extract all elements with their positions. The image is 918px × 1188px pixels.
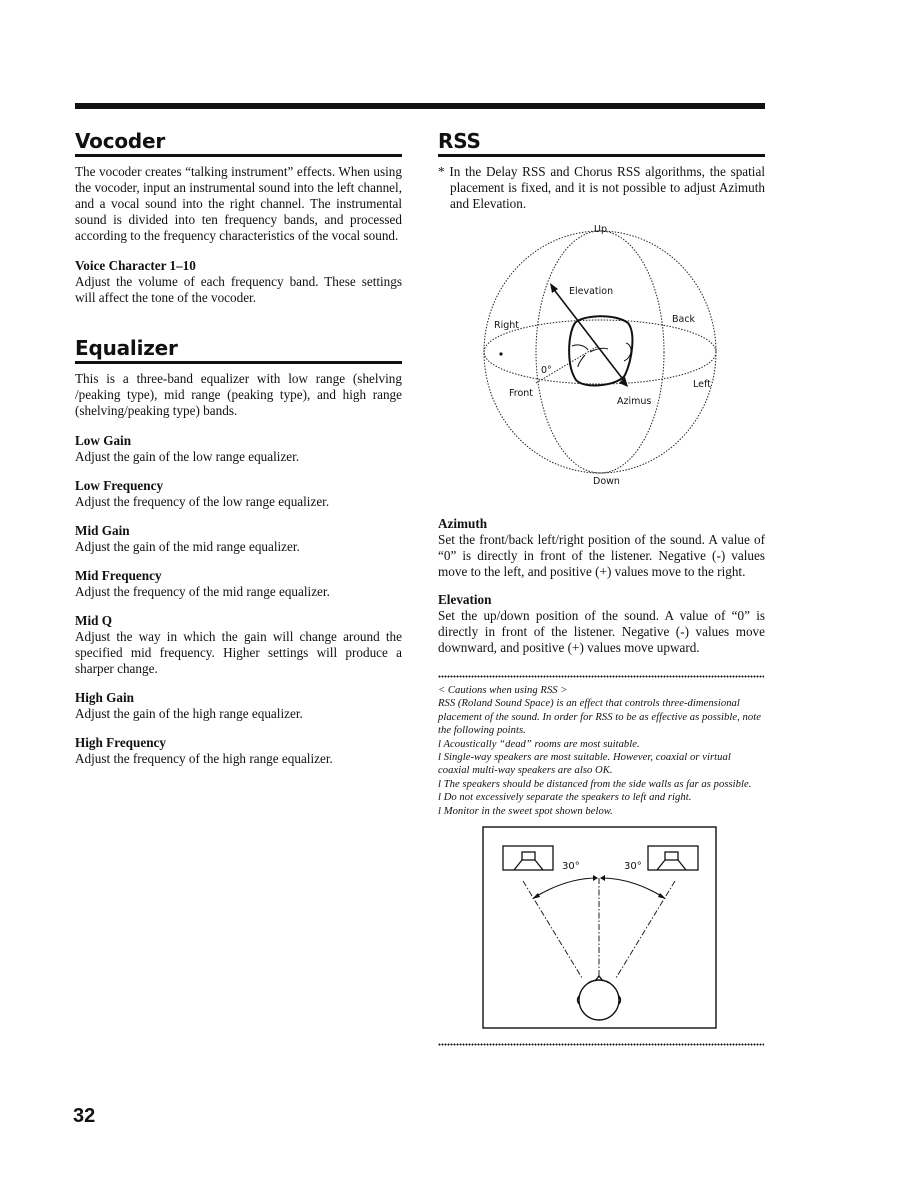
param-text: Adjust the gain of the low range equaliz… xyxy=(75,449,300,464)
param-low-frequency: Low Frequency Adjust the frequency of th… xyxy=(75,478,402,510)
arrow-center-right-icon xyxy=(600,875,605,881)
param-high-frequency: High Frequency Adjust the frequency of t… xyxy=(75,735,402,767)
right-dot xyxy=(499,352,503,356)
vocoder-description: The vocoder creates “talking instrument”… xyxy=(75,164,402,243)
param-mid-q: Mid Q Adjust the way in which the gain w… xyxy=(75,613,402,677)
vocoder-title-rule xyxy=(75,154,402,157)
label-zero-degree: 0° xyxy=(541,365,552,376)
param-voice-character: Voice Character 1–10 Adjust the volume o… xyxy=(75,258,402,306)
param-text: Adjust the gain of the mid range equaliz… xyxy=(75,539,300,554)
caution-point: l Acoustically “dead” rooms are most sui… xyxy=(438,738,640,750)
right-angle-arc xyxy=(600,877,664,898)
param-title: Mid Gain xyxy=(75,523,130,538)
sphere-outline xyxy=(483,230,717,474)
param-title: High Gain xyxy=(75,690,134,705)
rss-params: Azimuth Set the front/back left/right po… xyxy=(438,516,765,656)
rss-note: * In the Delay RSS and Chorus RSS algori… xyxy=(438,164,765,211)
equalizer-title-rule xyxy=(75,361,402,364)
page-number: 32 xyxy=(73,1105,96,1127)
param-title: Low Frequency xyxy=(75,478,164,493)
param-text: Adjust the frequency of the high range e… xyxy=(75,751,333,766)
left-column: Vocoder The vocoder creates “talking ins… xyxy=(75,128,402,767)
rss-title-rule xyxy=(438,154,765,157)
equalizer-section: Equalizer This is a three-band equalizer… xyxy=(75,335,402,767)
arrow-head-up-icon xyxy=(550,283,558,293)
caution-point: l Single-way speakers are most suitable.… xyxy=(438,752,731,777)
label-down: Down xyxy=(593,476,620,487)
right-column: RSS * In the Delay RSS and Chorus RSS al… xyxy=(438,128,765,212)
label-left: Left xyxy=(693,379,711,390)
param-title: Azimuth xyxy=(438,516,488,531)
rss-title: RSS xyxy=(438,129,481,153)
param-text: Adjust the volume of each frequency band… xyxy=(75,274,402,305)
param-high-gain: High Gain Adjust the gain of the high ra… xyxy=(75,690,402,722)
param-text: Adjust the frequency of the mid range eq… xyxy=(75,584,330,599)
speaker-sweet-spot-diagram: 30° 30° xyxy=(482,826,717,1029)
param-title: Mid Q xyxy=(75,613,112,628)
param-azimuth: Azimuth Set the front/back left/right po… xyxy=(438,516,765,580)
param-elevation: Elevation Set the up/down position of th… xyxy=(438,592,765,656)
param-mid-frequency: Mid Frequency Adjust the frequency of th… xyxy=(75,568,402,600)
label-front: Front xyxy=(509,388,533,399)
direction-arrow xyxy=(551,286,626,383)
param-title: Voice Character 1–10 xyxy=(75,258,196,273)
listener-head-icon xyxy=(576,974,622,1021)
cautions-intro: RSS (Roland Sound Space) is an effect th… xyxy=(438,698,761,737)
head-nose xyxy=(577,347,609,368)
param-text: Adjust the gain of the high range equali… xyxy=(75,706,303,721)
left-angle-arc xyxy=(534,877,598,898)
rss-cautions-box: < Cautions when using RSS > RSS (Roland … xyxy=(438,684,764,818)
cautions-bottom-dotted-rule xyxy=(438,1043,764,1046)
left-sightline xyxy=(522,880,583,979)
param-title: Mid Frequency xyxy=(75,568,162,583)
param-low-gain: Low Gain Adjust the gain of the low rang… xyxy=(75,433,402,465)
right-sightline xyxy=(615,880,676,979)
arrow-left-icon xyxy=(532,893,540,899)
caution-point: l Monitor in the sweet spot shown below. xyxy=(438,805,613,817)
arrow-right-icon xyxy=(658,893,666,899)
vocoder-title: Vocoder xyxy=(75,129,166,153)
right-angle-label: 30° xyxy=(624,861,642,872)
equalizer-description: This is a three-band equalizer with low … xyxy=(75,371,402,418)
cautions-top-dotted-rule xyxy=(438,675,764,678)
right-speaker-icon xyxy=(647,845,699,871)
label-azimuth: Azimus xyxy=(617,396,651,407)
param-text: Adjust the way in which the gain will ch… xyxy=(75,629,402,676)
param-title: Elevation xyxy=(438,592,492,607)
label-elevation: Elevation xyxy=(569,286,613,297)
vocoder-section: Vocoder The vocoder creates “talking ins… xyxy=(75,128,402,306)
param-text: Adjust the frequency of the low range eq… xyxy=(75,494,330,509)
label-up: Up xyxy=(594,224,607,235)
meridian-ellipse xyxy=(535,230,665,474)
left-speaker-icon xyxy=(502,845,554,871)
param-text: Set the front/back left/right position o… xyxy=(438,532,765,579)
head-ear-left xyxy=(571,344,589,351)
caution-point: l The speakers should be distanced from … xyxy=(438,778,752,790)
param-mid-gain: Mid Gain Adjust the gain of the mid rang… xyxy=(75,523,402,555)
left-angle-label: 30° xyxy=(562,861,580,872)
cautions-heading: < Cautions when using RSS > xyxy=(438,685,568,696)
param-text: Set the up/down position of the sound. A… xyxy=(438,608,765,655)
rss-sphere-diagram: Up Down Elevation Right Back Left Front … xyxy=(483,224,717,487)
rss-section: RSS * In the Delay RSS and Chorus RSS al… xyxy=(438,128,765,212)
param-title: Low Gain xyxy=(75,433,132,448)
arrow-center-left-icon xyxy=(593,875,598,881)
equalizer-title: Equalizer xyxy=(75,336,178,360)
label-right: Right xyxy=(494,320,519,331)
label-back: Back xyxy=(672,314,696,325)
page-top-rule xyxy=(75,103,765,109)
param-title: High Frequency xyxy=(75,735,166,750)
caution-point: l Do not excessively separate the speake… xyxy=(438,792,692,804)
